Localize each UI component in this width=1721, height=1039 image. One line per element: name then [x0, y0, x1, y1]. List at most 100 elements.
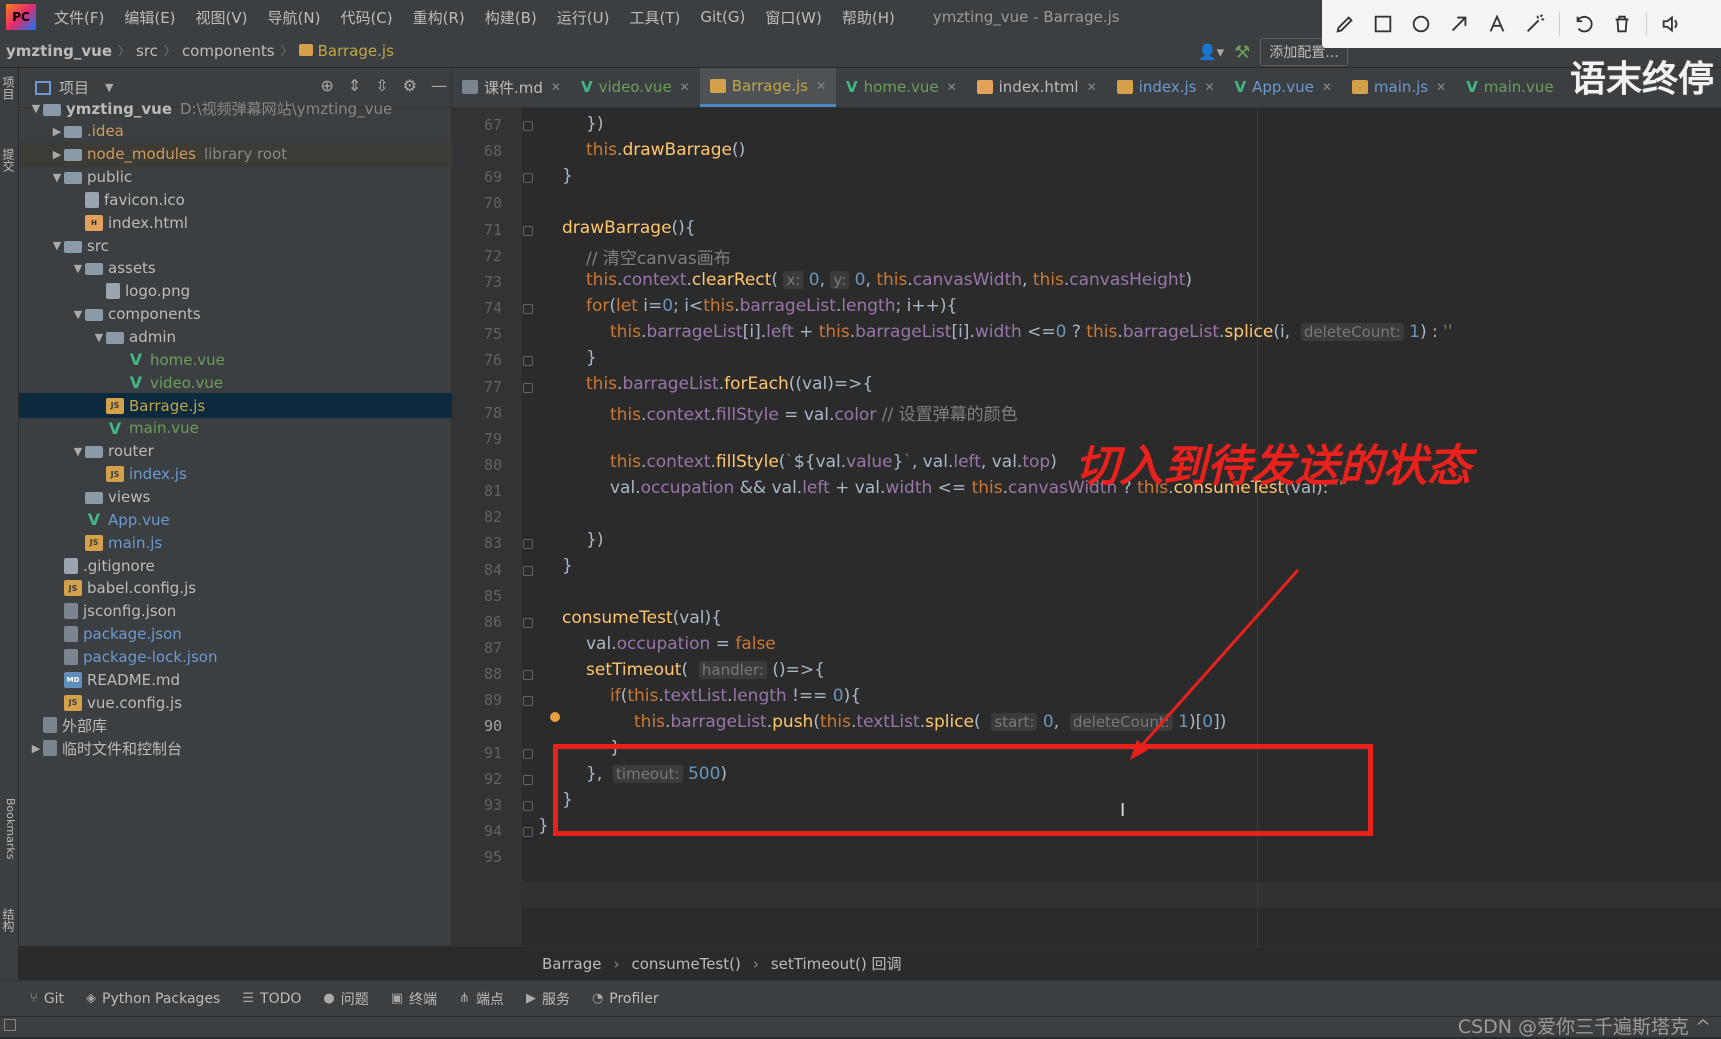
- warning-bulb-icon[interactable]: [550, 712, 560, 722]
- tab-main-js[interactable]: main.js ✕: [1342, 68, 1456, 107]
- trash-icon[interactable]: [1605, 7, 1639, 41]
- menu-view[interactable]: 视图(V): [186, 7, 258, 28]
- close-icon[interactable]: ✕: [1322, 80, 1332, 94]
- chevron-down-icon[interactable]: ▼: [71, 262, 85, 275]
- close-icon[interactable]: ✕: [1204, 80, 1214, 94]
- tool-todo[interactable]: ☰ TODO: [242, 991, 301, 1007]
- tree-item[interactable]: ▼ src: [19, 233, 452, 258]
- expand-all-icon[interactable]: ⇕: [348, 76, 361, 95]
- volume-icon[interactable]: [1654, 7, 1688, 41]
- tree-item[interactable]: ▶ 临时文件和控制台: [19, 736, 452, 761]
- user-icon[interactable]: 👤▾: [1198, 43, 1224, 61]
- fold-marker-icon[interactable]: [523, 225, 533, 236]
- chevron-down-icon[interactable]: ▼: [50, 171, 64, 184]
- tree-item[interactable]: jsconfig.json: [19, 599, 452, 624]
- chevron-down-icon[interactable]: ▼: [105, 81, 113, 94]
- collapse-all-icon[interactable]: ⇳: [375, 76, 388, 95]
- tab-kejian-md[interactable]: 课件.md ✕: [452, 68, 571, 107]
- menu-navigate[interactable]: 导航(N): [258, 7, 331, 28]
- tree-item[interactable]: ▼ assets: [19, 256, 452, 281]
- tree-item[interactable]: Hindex.html: [19, 210, 452, 235]
- tree-item[interactable]: .gitignore: [19, 553, 452, 578]
- chevron-right-icon[interactable]: ▶: [50, 148, 64, 161]
- fold-marker-icon[interactable]: [523, 173, 533, 184]
- tree-item[interactable]: JS Barrage.js: [19, 393, 452, 419]
- fold-marker-icon[interactable]: [523, 121, 533, 131]
- fold-marker-icon[interactable]: [523, 356, 533, 367]
- menu-help[interactable]: 帮助(H): [832, 7, 905, 28]
- close-icon[interactable]: ✕: [1436, 80, 1446, 94]
- code-crumb-method[interactable]: consumeTest(): [632, 955, 741, 973]
- chevron-down-icon[interactable]: ▼: [71, 445, 85, 458]
- fold-marker-icon[interactable]: [523, 670, 533, 681]
- stripe-bookmarks[interactable]: Bookmarks: [1, 798, 17, 859]
- tool-terminal[interactable]: ▣ 终端: [391, 989, 437, 1009]
- fold-marker-icon[interactable]: [523, 696, 533, 707]
- breadcrumb-project[interactable]: ymzting_vue: [0, 42, 118, 60]
- fold-marker-icon[interactable]: [523, 827, 533, 838]
- tree-item[interactable]: package.json: [19, 622, 452, 647]
- close-icon[interactable]: ✕: [551, 80, 561, 94]
- pencil-icon[interactable]: [1328, 7, 1362, 41]
- tree-item[interactable]: ▼ admin: [19, 325, 452, 350]
- close-icon[interactable]: ✕: [1087, 80, 1097, 94]
- locate-icon[interactable]: ⊕: [320, 76, 333, 95]
- tree-item[interactable]: V App.vue: [19, 507, 452, 532]
- fold-marker-icon[interactable]: [523, 539, 533, 550]
- chevron-down-icon[interactable]: ▼: [71, 308, 85, 321]
- tool-services[interactable]: ▶ 服务: [526, 989, 570, 1009]
- chevron-right-icon[interactable]: ▶: [50, 125, 64, 138]
- tree-item[interactable]: JS vue.config.js: [19, 690, 452, 715]
- breadcrumb-components[interactable]: components: [176, 42, 281, 60]
- magic-wand-icon[interactable]: [1518, 7, 1552, 41]
- close-icon[interactable]: ✕: [680, 80, 690, 94]
- hide-icon[interactable]: —: [431, 76, 447, 95]
- stripe-commit[interactable]: 提交: [1, 148, 17, 172]
- menu-edit[interactable]: 编辑(E): [114, 7, 185, 28]
- tool-git[interactable]: ⑂ Git: [30, 991, 64, 1007]
- rectangle-icon[interactable]: [1366, 7, 1400, 41]
- gear-icon[interactable]: ⚙: [403, 76, 417, 95]
- menu-tools[interactable]: 工具(T): [619, 7, 690, 28]
- tool-endpoints[interactable]: ⋔ 端点: [459, 989, 504, 1009]
- tree-item[interactable]: MD README.md: [19, 667, 452, 692]
- fold-marker-icon[interactable]: [523, 565, 533, 576]
- chevron-down-icon[interactable]: ▼: [50, 239, 64, 252]
- tree-item[interactable]: 外部库: [19, 713, 452, 738]
- tree-item[interactable]: ▶ .idea: [19, 119, 452, 144]
- menu-file[interactable]: 文件(F): [44, 7, 114, 28]
- tree-item[interactable]: JS babel.config.js: [19, 576, 452, 601]
- tree-item[interactable]: favicon.ico: [19, 187, 452, 212]
- fold-marker-icon[interactable]: [523, 800, 533, 811]
- tab-video-vue[interactable]: Vvideo.vue ✕: [571, 68, 700, 107]
- tree-item[interactable]: Vmain.vue: [19, 416, 452, 441]
- chevron-down-icon[interactable]: ▼: [92, 331, 106, 344]
- stripe-project[interactable]: 项目: [1, 76, 17, 100]
- chevron-down-icon[interactable]: ▼: [29, 102, 43, 115]
- menu-window[interactable]: 窗口(W): [755, 7, 832, 28]
- layout-icon[interactable]: [4, 1019, 16, 1031]
- menu-run[interactable]: 运行(U): [547, 7, 620, 28]
- circle-icon[interactable]: [1404, 7, 1438, 41]
- tab-main-vue[interactable]: Vmain.vue: [1456, 68, 1563, 107]
- tab-index-html[interactable]: index.html ✕: [967, 68, 1107, 107]
- tree-item[interactable]: ▼ router: [19, 439, 452, 464]
- stripe-structure[interactable]: 结构: [1, 908, 17, 932]
- breadcrumb-src[interactable]: src: [130, 42, 164, 60]
- tab-index-js[interactable]: index.js ✕: [1107, 68, 1225, 107]
- tab-app-vue[interactable]: V App.vue ✕: [1225, 68, 1342, 107]
- text-icon[interactable]: [1480, 7, 1514, 41]
- tree-item[interactable]: views: [19, 484, 452, 509]
- tool-python-packages[interactable]: ◈ Python Packages: [86, 991, 220, 1007]
- code-crumb-class[interactable]: Barrage: [542, 955, 602, 973]
- arrow-icon[interactable]: [1442, 7, 1476, 41]
- close-icon[interactable]: ✕: [816, 79, 826, 93]
- undo-icon[interactable]: [1567, 7, 1601, 41]
- tree-item[interactable]: Vhome.vue: [19, 347, 452, 372]
- fold-marker-icon[interactable]: [523, 748, 533, 759]
- build-hammer-icon[interactable]: ⚒: [1234, 42, 1250, 63]
- chevron-right-icon[interactable]: ▶: [29, 742, 43, 755]
- menu-refactor[interactable]: 重构(R): [403, 7, 475, 28]
- menu-git[interactable]: Git(G): [690, 8, 755, 26]
- fold-marker-icon[interactable]: [523, 774, 533, 785]
